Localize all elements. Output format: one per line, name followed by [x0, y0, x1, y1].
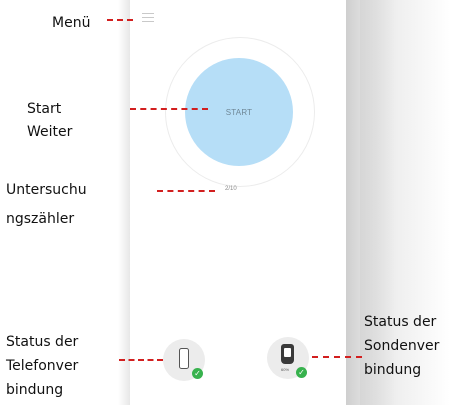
annotation-line-phone-status	[119, 359, 163, 361]
exam-counter: 2/10	[225, 186, 237, 192]
annotation-probe-status-3: bindung	[364, 362, 422, 378]
annotation-menu: Menü	[52, 15, 91, 31]
annotation-probe-status-2: Sondenver	[364, 338, 440, 354]
start-button[interactable]: START	[185, 58, 293, 166]
smartphone-icon	[179, 348, 189, 369]
probe-icon	[281, 344, 294, 364]
annotation-counter-1: Untersuchu	[6, 182, 87, 198]
annotation-line-start	[130, 108, 208, 110]
phone-screen: START 2/10 ✓ 60% ✓	[130, 0, 346, 405]
hamburger-menu-icon[interactable]	[142, 13, 154, 22]
annotation-start: Start	[27, 101, 62, 117]
annotation-line-counter	[157, 190, 215, 192]
probe-connection-status[interactable]: 60% ✓	[267, 337, 309, 379]
annotation-probe-status-1: Status der	[364, 314, 437, 330]
phone-connection-status[interactable]: ✓	[163, 339, 205, 381]
annotation-phone-status-3: bindung	[6, 382, 64, 398]
annotation-weiter: Weiter	[27, 124, 73, 140]
annotation-line-menu	[107, 19, 133, 21]
backdrop-shadow-left	[118, 0, 130, 405]
annotation-phone-status-1: Status der	[6, 334, 79, 350]
annotation-line-probe-status	[312, 356, 362, 358]
check-icon: ✓	[296, 367, 307, 378]
check-icon: ✓	[192, 368, 203, 379]
annotation-phone-status-2: Telefonver	[6, 358, 79, 374]
annotation-counter-2: ngszähler	[6, 211, 75, 227]
probe-battery-level: 60%	[281, 367, 290, 372]
